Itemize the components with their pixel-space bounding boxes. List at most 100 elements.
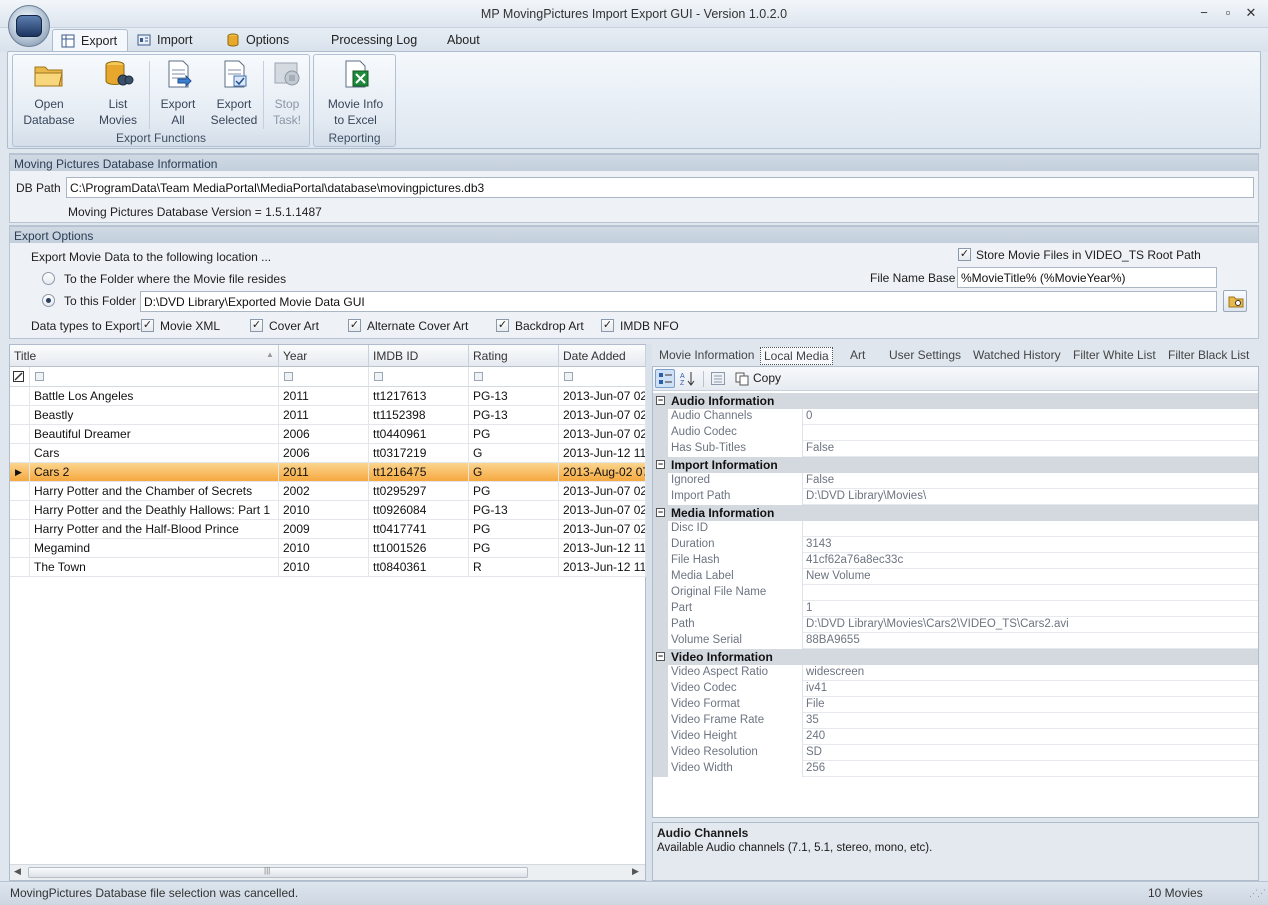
row-header[interactable] (10, 558, 30, 577)
alphabetical-button[interactable]: AZ (678, 369, 698, 388)
table-row[interactable]: Beastly2011tt1152398PG-132013-Jun-07 02:… (10, 406, 646, 425)
radio-movie-folder[interactable] (42, 272, 55, 285)
property-value[interactable]: 1 (803, 601, 812, 617)
collapse-icon[interactable]: − (656, 396, 665, 405)
property-row[interactable]: Path D:\DVD Library\Movies\Cars2\VIDEO_TS… (653, 617, 1258, 633)
tab-import[interactable]: Import (129, 29, 202, 52)
export-folder-input[interactable] (140, 291, 1217, 312)
property-value[interactable]: False (803, 441, 834, 457)
property-value[interactable]: D:\DVD Library\Movies\Cars2\VIDEO_TS\Car… (803, 617, 1069, 633)
tab-processing-log[interactable]: Processing Log (303, 29, 427, 52)
property-row[interactable]: Video Aspect Ratio widescreen (653, 665, 1258, 681)
categorized-button[interactable] (655, 369, 675, 388)
tab-movie-information[interactable]: Movie Information (656, 347, 757, 365)
property-value[interactable]: D:\DVD Library\Movies\ (803, 489, 926, 505)
minimize-button[interactable]: − (1194, 4, 1214, 22)
tab-about[interactable]: About (419, 29, 490, 52)
collapse-icon[interactable]: − (656, 652, 665, 661)
property-value[interactable]: SD (803, 745, 822, 761)
filter-date-added[interactable] (559, 367, 646, 387)
table-row[interactable]: Cars2006tt0317219G2013-Jun-12 11:5 (10, 444, 646, 463)
property-value[interactable] (803, 521, 806, 537)
column-header-imdb-id[interactable]: IMDB ID (369, 345, 469, 367)
property-value[interactable]: New Volume (803, 569, 871, 585)
property-row[interactable]: Disc ID (653, 521, 1258, 537)
property-value[interactable]: 240 (803, 729, 825, 745)
scroll-thumb[interactable]: ||| (28, 866, 528, 878)
row-pointer-icon[interactable]: ▶ (10, 463, 30, 482)
property-row[interactable]: Original File Name (653, 585, 1258, 601)
table-row[interactable]: ▶Cars 22011tt1216475G2013-Aug-02 07:3 (10, 463, 646, 482)
property-value[interactable]: File (803, 697, 825, 713)
table-row[interactable]: Battle Los Angeles 2011 tt1217613 PG-13 2013… (10, 387, 646, 406)
property-value[interactable]: iv41 (803, 681, 827, 697)
backdrop-art-checkbox[interactable]: ✓ (496, 319, 509, 332)
property-row[interactable]: Video Codec iv41 (653, 681, 1258, 697)
property-value[interactable]: 41cf62a76a8ec33c (803, 553, 903, 569)
property-row[interactable]: Video Frame Rate 35 (653, 713, 1258, 729)
filter-imdb-id[interactable] (369, 367, 469, 387)
maximize-button[interactable]: ▫ (1218, 4, 1238, 22)
filename-base-input[interactable] (957, 267, 1217, 288)
row-header[interactable] (10, 520, 30, 539)
row-header[interactable] (10, 444, 30, 463)
collapse-icon[interactable]: − (656, 508, 665, 517)
alternate-cover-art-checkbox[interactable]: ✓ (348, 319, 361, 332)
row-header[interactable] (10, 406, 30, 425)
property-row[interactable]: File Hash 41cf62a76a8ec33c (653, 553, 1258, 569)
application-menu-button[interactable] (8, 5, 50, 47)
column-header-year[interactable]: Year (279, 345, 369, 367)
export-all-button[interactable]: Export All (151, 59, 205, 128)
tab-filter-white-list[interactable]: Filter White List (1070, 347, 1159, 365)
property-category[interactable]: − Audio Information (653, 393, 1258, 409)
tab-user-settings[interactable]: User Settings (886, 347, 964, 365)
browse-folder-button[interactable] (1223, 290, 1247, 312)
filter-year[interactable] (279, 367, 369, 387)
row-header[interactable] (10, 425, 30, 444)
table-row[interactable]: Megamind2010tt1001526PG2013-Jun-12 11:5 (10, 539, 646, 558)
list-movies-button[interactable]: List Movies (89, 59, 147, 128)
copy-button[interactable]: Copy (733, 369, 781, 388)
tab-watched-history[interactable]: Watched History (970, 347, 1064, 365)
property-row[interactable]: Part 1 (653, 601, 1258, 617)
close-button[interactable]: ✕ (1241, 4, 1261, 22)
resize-grip-icon[interactable]: ⋰⋰ (1249, 888, 1266, 899)
property-value[interactable]: 256 (803, 761, 825, 777)
imdb-nfo-checkbox[interactable]: ✓ (601, 319, 614, 332)
scroll-left-icon[interactable]: ◀ (14, 866, 21, 877)
table-row[interactable]: Harry Potter and the Half-Blood Prince 20… (10, 520, 646, 539)
filter-title[interactable] (30, 367, 279, 387)
property-row[interactable]: Video Height 240 (653, 729, 1258, 745)
tab-export[interactable]: Export (52, 29, 129, 52)
property-row[interactable]: Has Sub-Titles False (653, 441, 1258, 457)
cover-art-checkbox[interactable]: ✓ (250, 319, 263, 332)
tab-filter-black-list[interactable]: Filter Black List (1165, 347, 1252, 365)
property-value[interactable]: 35 (803, 713, 819, 729)
property-value[interactable]: widescreen (803, 665, 864, 681)
property-value[interactable] (803, 585, 806, 601)
store-video-ts-checkbox[interactable]: ✓ (958, 248, 971, 261)
tab-art[interactable]: Art (847, 347, 868, 365)
property-row[interactable]: Audio Codec (653, 425, 1258, 441)
radio-this-folder[interactable] (42, 294, 55, 307)
column-header-rating[interactable]: Rating (469, 345, 559, 367)
property-value[interactable]: 3143 (803, 537, 832, 553)
property-row[interactable]: Media Label New Volume (653, 569, 1258, 585)
column-header-title[interactable]: Title (10, 345, 279, 367)
property-pages-button[interactable] (708, 369, 728, 388)
table-row[interactable]: Harry Potter and the Chamber of Secrets 2… (10, 482, 646, 501)
property-row[interactable]: Video Resolution SD (653, 745, 1258, 761)
db-path-input[interactable] (66, 177, 1254, 198)
property-category[interactable]: − Import Information (653, 457, 1258, 473)
property-value[interactable]: False (803, 473, 834, 489)
property-category[interactable]: − Media Information (653, 505, 1258, 521)
stop-task-button[interactable]: Stop Task! (265, 59, 309, 128)
property-value[interactable] (803, 425, 806, 441)
movie-xml-checkbox[interactable]: ✓ (141, 319, 154, 332)
property-row[interactable]: Duration 3143 (653, 537, 1258, 553)
property-row[interactable]: Ignored False (653, 473, 1258, 489)
property-row[interactable]: Video Width 256 (653, 761, 1258, 777)
filter-rating[interactable] (469, 367, 559, 387)
property-value[interactable]: 0 (803, 409, 812, 425)
property-value[interactable]: 88BA9655 (803, 633, 860, 649)
